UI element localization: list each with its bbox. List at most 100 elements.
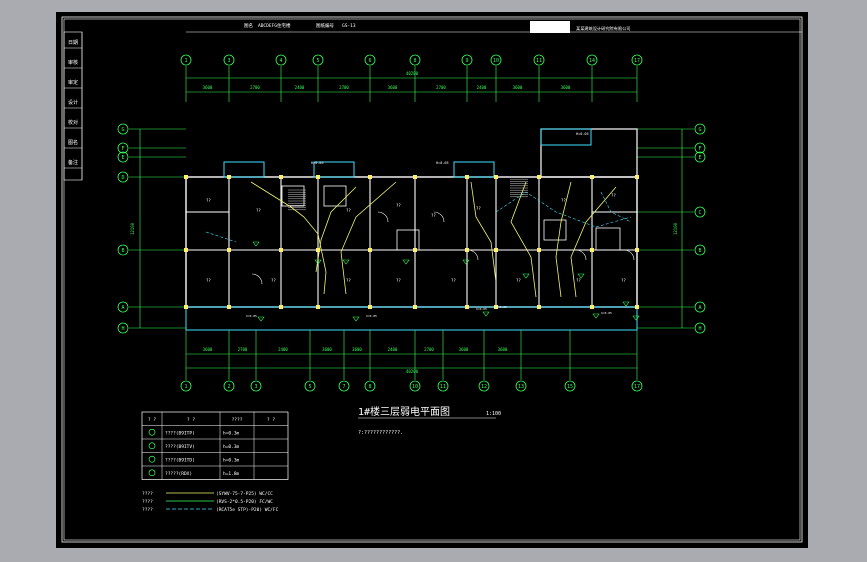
room-label: ?? xyxy=(516,278,521,283)
axis-label-bottom: 3 xyxy=(254,384,257,390)
axis-label-left: B xyxy=(121,248,124,254)
drawing-sheet: 日期 审核 审定 设计 校对 图名 备注 图名 ABCDEFG住宅楼 图纸编号 GS-13 图纸文库某… xyxy=(56,12,808,548)
legend-item-height: h=0.3m xyxy=(223,444,240,450)
dim-top-total: 40200 xyxy=(406,71,419,76)
dim-bottom-segment: 3600 xyxy=(203,347,213,352)
title-block-project-label: 图名 xyxy=(244,22,253,29)
axis-label-right: E xyxy=(698,155,701,161)
dim-top-segment: 3600 xyxy=(561,85,571,90)
axis-label-bottom: 1 xyxy=(184,384,187,390)
axis-label-bottom: 7 xyxy=(342,384,345,390)
axis-label-bottom: 8 xyxy=(368,384,371,390)
axis-label-top: 8 xyxy=(413,58,416,64)
axis-label-top: 9 xyxy=(465,58,468,64)
column xyxy=(316,175,320,179)
axis-label-left: A xyxy=(121,305,124,311)
room-label: ?? xyxy=(451,278,456,283)
door-swing xyxy=(467,249,479,261)
axis-label-left: H xyxy=(121,326,124,332)
outlet-height-note: h=0.05 xyxy=(476,307,487,311)
column xyxy=(413,175,417,179)
column xyxy=(465,248,469,252)
legend-item-height: h=0.3m xyxy=(223,431,240,437)
column xyxy=(316,305,320,309)
column xyxy=(537,175,541,179)
bathroom xyxy=(595,227,621,251)
legend-item-name: ?????(RDX) xyxy=(165,471,192,477)
legend-item-name: ????(B9ITP) xyxy=(165,431,195,437)
stair-tower xyxy=(540,128,638,178)
room-label: ?? xyxy=(346,278,351,283)
dim-bottom-segment: 2400 xyxy=(388,347,398,352)
side-strip-label: 设计 xyxy=(68,99,78,106)
dim-top-segment: 3600 xyxy=(203,85,213,90)
room-label: ?? xyxy=(576,278,581,283)
room-label: ?? xyxy=(431,213,436,218)
legend-line-spec: (RVS-2*0.5-P20) FC/WC xyxy=(216,499,273,505)
room-label: ?? xyxy=(611,193,616,198)
dim-top-segment: 2700 xyxy=(250,85,260,90)
outlet-symbol xyxy=(482,311,490,317)
axis-label-left: D xyxy=(121,175,124,181)
column xyxy=(227,248,231,252)
dim-bottom-total: 40200 xyxy=(406,369,419,374)
drawing-note: ?:????????????. xyxy=(358,430,403,436)
title-block-project-value: ABCDEFG住宅楼 xyxy=(258,22,291,29)
axis-label-right: G xyxy=(698,127,701,133)
axis-label-right: A xyxy=(698,305,701,311)
bathroom xyxy=(396,229,420,251)
legend-item-name: ????(B9ITV) xyxy=(165,444,195,450)
room-label: ?? xyxy=(256,208,261,213)
outlet-symbol xyxy=(252,241,260,247)
room-label: ?? xyxy=(396,278,401,283)
outlet-height-note: h=0.05 xyxy=(601,311,612,315)
column xyxy=(494,248,498,252)
legend-header: ???? xyxy=(232,417,243,423)
side-strip-label: 日期 xyxy=(68,40,78,46)
axis-label-right: C xyxy=(698,210,701,216)
column xyxy=(465,305,469,309)
legend-symbol xyxy=(148,442,156,450)
legend-line-label: ???? xyxy=(142,507,153,513)
outlet-symbol xyxy=(632,315,640,321)
axis-label-bottom: 12 xyxy=(481,384,487,390)
bathroom xyxy=(543,219,567,241)
dim-top-segment: 2400 xyxy=(477,85,487,90)
column xyxy=(494,175,498,179)
column xyxy=(413,305,417,309)
column xyxy=(635,175,639,179)
dim-right-total: 12100 xyxy=(673,222,678,235)
dim-top-segment: 2700 xyxy=(339,85,349,90)
elevation-note: H=0.05 xyxy=(436,161,449,165)
axis-label-bottom: 2 xyxy=(227,384,230,390)
axis-label-top: 5 xyxy=(316,58,319,64)
axis-label-top: 1 xyxy=(184,58,187,64)
drawing-title: 1#楼三层弱电平面图 xyxy=(358,405,450,418)
dim-left-total: 12100 xyxy=(130,222,135,235)
axis-label-bottom: 13 xyxy=(518,384,524,390)
logo-text: 图纸文库 xyxy=(534,22,566,32)
floor-plan-canvas: 日期审核审定设计校对图名备注图名 ABCDEFG住宅楼 图纸编号 GS-13 图纸文库某… xyxy=(61,16,803,543)
company-name: 某某建筑设计研究院有限公司 xyxy=(576,25,630,32)
bathroom xyxy=(323,185,347,207)
outlet-height-note: h=0.05 xyxy=(366,314,377,318)
dim-bottom-segment: 2700 xyxy=(424,347,434,352)
column xyxy=(537,248,541,252)
outlet-symbol xyxy=(257,316,265,322)
legend-line-spec: (SYWV-75-7-P25) WC/CC xyxy=(216,491,273,497)
column xyxy=(368,248,372,252)
axis-label-bottom: 15 xyxy=(567,384,573,390)
outlet-symbol xyxy=(592,313,600,319)
drawing-scale: 1:100 xyxy=(486,411,501,417)
axis-label-right: F xyxy=(698,146,701,152)
left-title-strip xyxy=(63,31,83,181)
room-label: ?? xyxy=(621,278,626,283)
column xyxy=(635,248,639,252)
axis-label-left: G xyxy=(121,127,124,133)
side-strip-label: 审定 xyxy=(68,79,78,86)
legend-item-height: h=1.8m xyxy=(223,471,240,477)
network-cable xyxy=(600,191,632,223)
legend-header: ? ? xyxy=(267,417,275,423)
legend-item-height: h=0.3m xyxy=(223,458,240,464)
legend-symbol xyxy=(148,428,156,436)
